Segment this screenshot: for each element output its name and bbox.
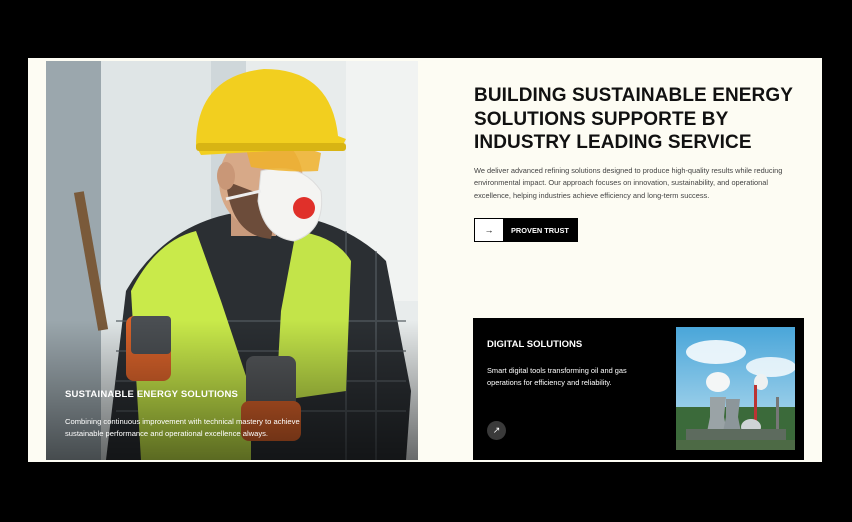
power-plant-photo bbox=[676, 327, 795, 450]
photo-card[interactable]: SUSTAINABLE ENERGY SOLUTIONS Combining c… bbox=[46, 61, 418, 460]
digital-card-title: DIGITAL SOLUTIONS bbox=[487, 339, 583, 350]
photo-card-title: SUSTAINABLE ENERGY SOLUTIONS bbox=[65, 389, 239, 400]
digital-solutions-card[interactable]: DIGITAL SOLUTIONS Smart digital tools tr… bbox=[473, 318, 804, 460]
arrow-up-right-icon[interactable]: ↗ bbox=[487, 421, 506, 440]
proven-trust-button[interactable]: → PROVEN TRUST bbox=[474, 218, 578, 242]
digital-card-description: Smart digital tools transforming oil and… bbox=[487, 366, 627, 387]
intro-text: We deliver advanced refining solutions d… bbox=[474, 166, 783, 200]
page-headline: BUILDING SUSTAINABLE ENERGY SOLUTIONS SU… bbox=[474, 85, 793, 153]
power-plant-image bbox=[676, 327, 795, 450]
cta-label: PROVEN TRUST bbox=[511, 225, 569, 235]
page: SUSTAINABLE ENERGY SOLUTIONS Combining c… bbox=[28, 58, 822, 462]
arrow-right-icon: → bbox=[475, 219, 503, 241]
photo-card-description: Combining continuous improvement with te… bbox=[65, 417, 300, 438]
